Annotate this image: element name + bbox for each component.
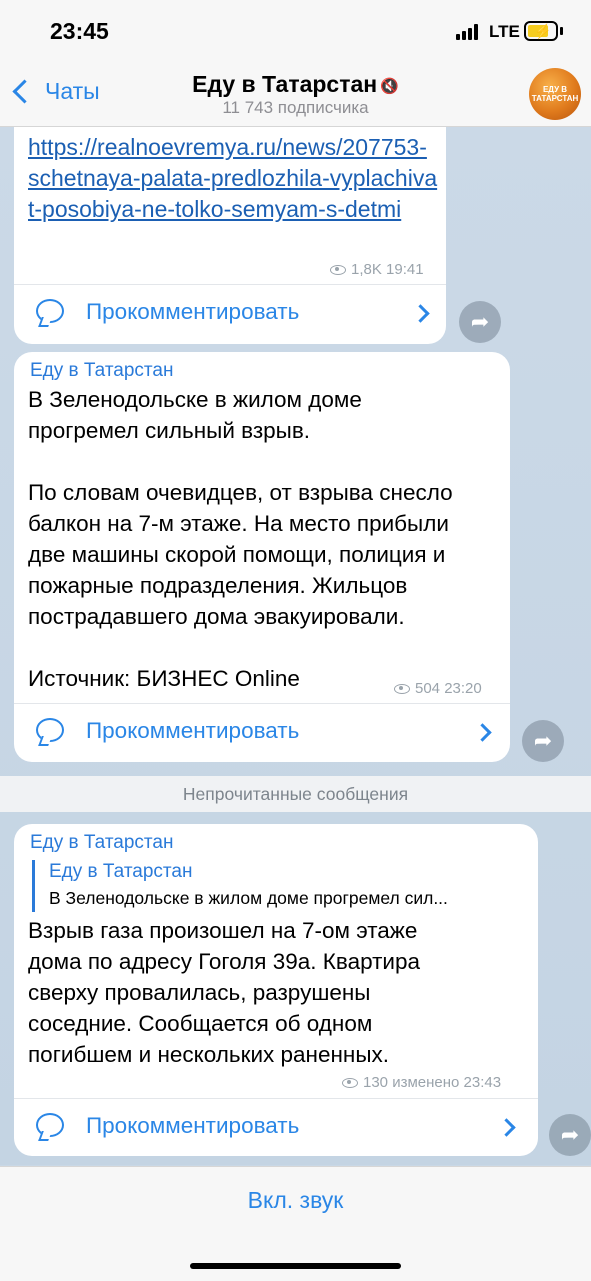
chevron-right-icon	[411, 304, 430, 323]
share-icon: ➦	[470, 309, 490, 334]
message-sender: Еду в Татарстан	[30, 360, 174, 381]
network-label: LTE	[489, 22, 520, 41]
channel-avatar[interactable]: ЕДУ В ТАТАРСТАН	[529, 68, 581, 120]
message-link[interactable]: https://realnoevremya.ru/news/207753-sch…	[28, 132, 438, 225]
comment-button[interactable]: Прокомментировать	[14, 284, 446, 343]
bottom-bar: Вкл. звук	[0, 1166, 591, 1281]
comment-button[interactable]: Прокомментировать	[14, 703, 510, 762]
eye-icon	[342, 1077, 358, 1088]
message-text: В Зеленодольске в жилом доме прогремел с…	[28, 387, 453, 691]
message-meta: 130 изменено 23:43	[342, 1074, 501, 1091]
eye-icon	[330, 264, 346, 275]
channel-title-text: Еду в Татарстан	[192, 71, 378, 97]
message-meta: 504 23:20	[394, 680, 482, 697]
reply-text: В Зеленодольске в жилом доме прогремел с…	[49, 888, 448, 908]
chevron-right-icon	[497, 1118, 516, 1137]
share-button[interactable]: ➦	[522, 720, 564, 762]
channel-title[interactable]: Еду в Татарстан 🔇	[0, 71, 591, 98]
reply-preview[interactable]: Еду в Татарстан В Зеленодольске в жилом …	[32, 860, 448, 912]
battery-icon: ⚡	[524, 21, 558, 41]
muted-speaker-icon: 🔇	[380, 77, 399, 95]
message-meta: 1,8K 19:41	[330, 261, 424, 278]
message-sender: Еду в Татарстан	[30, 832, 174, 853]
share-icon: ➦	[533, 728, 553, 753]
chevron-right-icon	[473, 723, 492, 742]
status-time: 23:45	[50, 18, 109, 44]
signal-icon	[456, 24, 482, 40]
unread-divider: Непрочитанные сообщения	[0, 776, 591, 812]
comment-button[interactable]: Прокомментировать	[14, 1098, 538, 1157]
comment-icon	[36, 1113, 64, 1137]
eye-icon	[394, 683, 410, 694]
reply-sender: Еду в Татарстан	[49, 861, 193, 882]
message-bubble: Еду в Татарстан Еду в Татарстан В Зелено…	[14, 824, 538, 1156]
subscriber-count: 11 743 подписчика	[222, 98, 369, 117]
status-bar: 23:45 LTE ⚡	[0, 0, 591, 62]
home-indicator	[190, 1263, 401, 1269]
comment-icon	[36, 299, 64, 323]
message-bubble: Еду в Татарстан В Зеленодольске в жилом …	[14, 352, 510, 762]
unmute-button[interactable]: Вкл. звук	[0, 1187, 591, 1214]
share-button[interactable]: ➦	[549, 1114, 591, 1156]
nav-bar: Чаты Еду в Татарстан 🔇 11 743 подписчика …	[0, 62, 591, 127]
message-text: Взрыв газа произошел на 7-ом этаже дома …	[28, 918, 421, 1067]
share-icon: ➦	[560, 1122, 580, 1147]
share-button[interactable]: ➦	[459, 301, 501, 343]
message-bubble: https://realnoevremya.ru/news/207753-sch…	[14, 100, 446, 344]
comment-icon	[36, 718, 64, 742]
